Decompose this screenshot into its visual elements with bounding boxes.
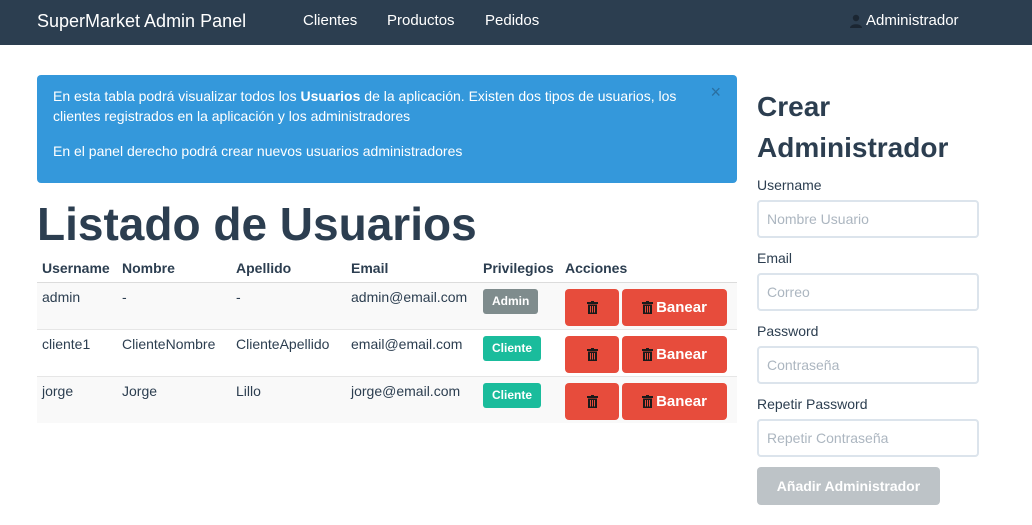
close-icon[interactable]: × [710,83,721,101]
cell-nombre: - [117,282,231,330]
info-alert: En esta tabla podrá visualizar todos los… [37,75,737,183]
trash-icon [586,394,598,408]
cell-acciones: Banear [560,376,737,423]
alert-text-pre: En esta tabla podrá visualizar todos los [53,88,301,104]
form-title: Crear Administrador [757,86,948,168]
cell-email: jorge@email.com [346,376,478,423]
header-acciones: Acciones [560,256,737,283]
ban-label: Banear [656,345,707,363]
brand-logo[interactable]: SuperMarket Admin Panel [37,11,246,32]
email-field[interactable] [757,273,979,311]
delete-button[interactable] [565,335,619,373]
cell-username: cliente1 [37,329,117,377]
cell-privilegio: Admin [478,282,560,330]
ban-button[interactable]: Banear [622,382,727,420]
alert-text-2: En el panel derecho podrá crear nuevos u… [53,143,463,159]
email-label: Email [757,250,793,266]
password-field[interactable] [757,346,979,384]
cell-apellido: ClienteApellido [231,329,346,377]
trash-icon [642,347,654,361]
repeat-password-label: Repetir Password [757,396,868,412]
cell-privilegio: Cliente [478,329,560,377]
cell-email: admin@email.com [346,282,478,330]
ban-button[interactable]: Banear [622,335,727,373]
header-apellido: Apellido [231,256,346,283]
table-row: jorge Jorge Lillo jorge@email.com Client… [37,376,737,423]
cell-apellido: - [231,282,346,330]
alert-text-1: En esta tabla podrá visualizar todos los… [53,86,721,126]
cell-acciones: Banear [560,282,737,330]
user-icon [850,14,862,28]
privilege-badge: Cliente [483,382,542,408]
cell-privilegio: Cliente [478,376,560,423]
delete-button[interactable] [565,382,619,420]
ban-label: Banear [656,298,707,316]
user-menu[interactable]: Administrador [849,12,959,29]
users-table: Username Nombre Apellido Email Privilegi… [37,256,737,423]
trash-icon [586,300,598,314]
trash-icon [642,394,654,408]
form-title-line1: Crear [757,91,831,122]
username-label: Username [757,177,822,193]
cell-acciones: Banear [560,329,737,377]
ban-button[interactable]: Banear [622,288,727,326]
table-row: admin - - admin@email.com Admin Banear [37,282,737,330]
add-admin-button[interactable]: Añadir Administrador [757,467,940,505]
nav-link-pedidos[interactable]: Pedidos [485,12,539,29]
password-label: Password [757,323,819,339]
trash-icon [586,347,598,361]
repeat-password-field[interactable] [757,419,979,457]
alert-text-bold: Usuarios [300,88,361,104]
header-nombre: Nombre [117,256,231,283]
table-header-row: Username Nombre Apellido Email Privilegi… [37,256,737,283]
username-field[interactable] [757,200,979,238]
cell-nombre: Jorge [117,376,231,423]
header-privilegios: Privilegios [478,256,560,283]
trash-icon [642,300,654,314]
form-title-line2: Administrador [757,132,949,163]
cell-nombre: ClienteNombre [117,329,231,377]
cell-username: jorge [37,376,117,423]
nav-link-productos[interactable]: Productos [387,12,455,29]
header-username: Username [37,256,117,283]
privilege-badge: Admin [483,288,539,314]
cell-username: admin [37,282,117,330]
header-email: Email [346,256,478,283]
cell-email: email@email.com [346,329,478,377]
delete-button[interactable] [565,288,619,326]
page-title: Listado de Usuarios [37,198,477,250]
cell-apellido: Lillo [231,376,346,423]
ban-label: Banear [656,392,707,410]
nav-link-clientes[interactable]: Clientes [303,12,357,29]
user-name: Administrador [866,12,959,29]
top-navbar: SuperMarket Admin Panel Clientes Product… [0,0,1032,45]
privilege-badge: Cliente [483,335,542,361]
table-row: cliente1 ClienteNombre ClienteApellido e… [37,329,737,377]
